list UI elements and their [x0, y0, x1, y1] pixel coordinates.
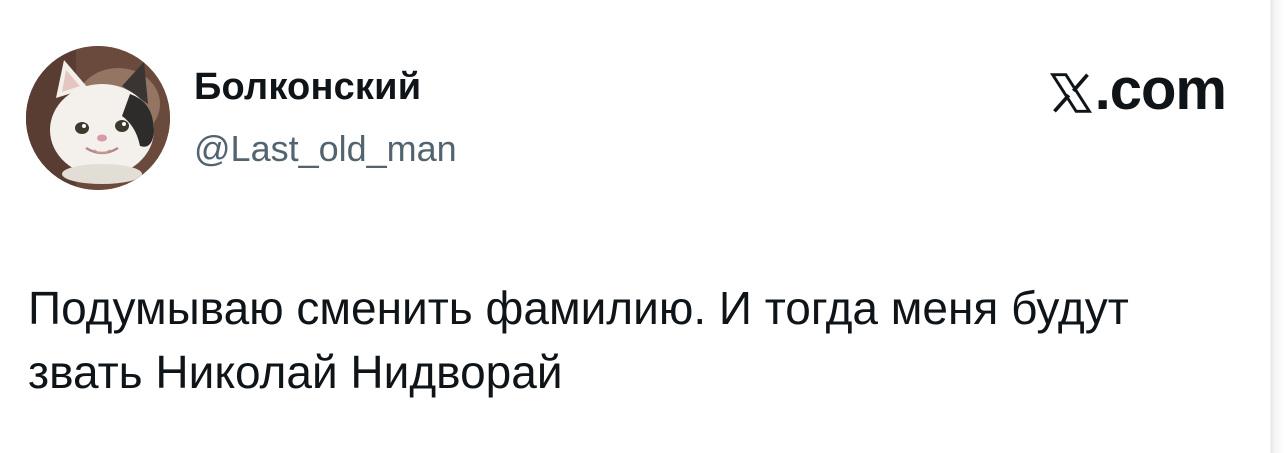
logo-domain-text: .com — [1094, 57, 1227, 122]
avatar[interactable] — [26, 46, 170, 190]
x-com-logo: .com — [1049, 56, 1227, 123]
user-handle[interactable]: @Last_old_man — [194, 128, 457, 170]
tweet-text: Подумываю сменить фамилию. И тогда меня … — [28, 282, 1129, 398]
x-logo-icon — [1049, 73, 1092, 113]
cat-avatar-image — [26, 46, 170, 190]
page-edge-divider — [1262, 0, 1284, 453]
display-name[interactable]: Болконский — [194, 66, 421, 109]
tweet-card: Болконский @Last_old_man .com Подумываю … — [0, 0, 1284, 453]
